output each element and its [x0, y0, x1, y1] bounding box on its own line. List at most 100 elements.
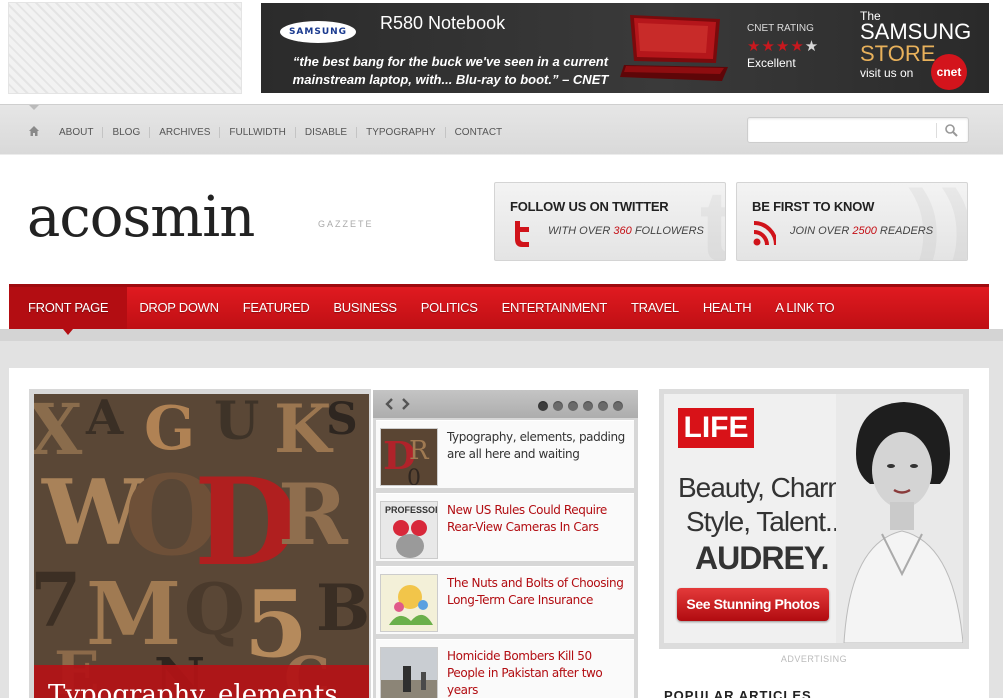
- nav-a-link-to[interactable]: A LINK TO: [763, 287, 846, 329]
- cnet-logo: cnet: [931, 54, 967, 90]
- letterpress-picture: X A G U K S W O D R 7 M Q 5 B E N C: [34, 394, 369, 698]
- banner-ad[interactable]: SAMSUNG R580 Notebook “the best bang for…: [261, 3, 989, 93]
- twitter-box[interactable]: t FOLLOW US ON TWITTER WITH OVER 360 FOL…: [494, 182, 726, 261]
- feature-caption[interactable]: Typography, elements: [34, 665, 369, 698]
- svg-text:Q: Q: [184, 568, 245, 651]
- rating-stars: ★★★★★: [747, 37, 820, 55]
- nav-entertainment[interactable]: ENTERTAINMENT: [490, 287, 619, 329]
- nav-drop-down[interactable]: DROP DOWN: [127, 287, 230, 329]
- slider-header: [373, 390, 638, 418]
- slider-dot[interactable]: [553, 401, 563, 411]
- top-menu-archives[interactable]: ARCHIVES: [149, 127, 219, 138]
- rating-text: Excellent: [747, 56, 796, 70]
- svg-text:U: U: [214, 394, 259, 452]
- samsung-logo: SAMSUNG: [280, 21, 356, 43]
- twitter-watermark: t: [700, 183, 725, 260]
- top-menu-blog[interactable]: BLOG: [102, 127, 149, 138]
- nav-business[interactable]: BUSINESS: [321, 287, 408, 329]
- search-input[interactable]: [752, 121, 932, 139]
- life-logo: LIFE: [678, 408, 754, 448]
- svg-text:7: 7: [34, 558, 82, 644]
- rss-count: 2500: [852, 225, 877, 237]
- svg-text:R: R: [409, 436, 430, 466]
- ad-line-2: Style, Talent...: [686, 506, 846, 537]
- slider-dot[interactable]: [613, 401, 623, 411]
- feature-caption-text: Typography, elements: [48, 680, 338, 698]
- list-item[interactable]: DR0 Typography, elements, padding are al…: [376, 420, 634, 488]
- slider-dot[interactable]: [538, 401, 548, 411]
- slider-dots: [538, 401, 623, 411]
- rss-box[interactable]: )) BE FIRST TO KNOW JOIN OVER 2500 READE…: [736, 182, 968, 261]
- article-slider: DR0 Typography, elements, padding are al…: [373, 390, 638, 698]
- twitter-count: 360: [613, 225, 632, 237]
- slider-dot[interactable]: [598, 401, 608, 411]
- store-store: STORE: [860, 41, 936, 66]
- banner-product: R580 Notebook: [380, 13, 506, 33]
- popular-articles-heading: POPULAR ARTICLES: [664, 688, 812, 698]
- article-title[interactable]: Typography, elements, padding are all he…: [447, 429, 627, 463]
- article-title[interactable]: Homicide Bombers Kill 50 People in Pakis…: [447, 648, 627, 698]
- prev-arrow-icon[interactable]: [384, 398, 396, 410]
- nav-politics[interactable]: POLITICS: [409, 287, 490, 329]
- search-box: [747, 117, 969, 143]
- thumbnail: DR0: [380, 428, 438, 486]
- article-title[interactable]: The Nuts and Bolts of Choosing Long-Term…: [447, 575, 627, 609]
- slider-dot[interactable]: [568, 401, 578, 411]
- top-menu-contact[interactable]: CONTACT: [444, 127, 512, 138]
- thumbnail: PROFESSOR: [380, 501, 438, 559]
- twitter-sub: WITH OVER 360 FOLLOWERS: [548, 225, 704, 237]
- header-ad-placeholder: [8, 2, 242, 94]
- svg-text:PROFESSOR: PROFESSOR: [385, 505, 438, 515]
- rss-sub-suffix: READERS: [879, 225, 934, 237]
- thumbnail: [380, 574, 438, 632]
- top-menu-about[interactable]: ABOUT: [50, 127, 102, 138]
- twitter-sub-prefix: WITH OVER: [548, 225, 611, 237]
- rss-sub: JOIN OVER 2500 READERS: [790, 225, 933, 237]
- thumbnail: [380, 647, 438, 698]
- content-stripe: [0, 329, 1003, 341]
- svg-text:A: A: [85, 394, 124, 446]
- top-nav-bar: ABOUT BLOG ARCHIVES FULLWIDTH DISABLE TY…: [0, 104, 1003, 154]
- laptop-image: [620, 15, 728, 81]
- home-icon[interactable]: [28, 125, 40, 137]
- search-icon[interactable]: [944, 123, 958, 137]
- ad-line-1: Beauty, Charm,: [678, 472, 857, 503]
- list-item[interactable]: PROFESSOR New US Rules Could Require Rea…: [376, 493, 634, 561]
- store-brand: SAMSUNG: [860, 19, 972, 44]
- main-nav: FRONT PAGE DROP DOWN FEATURED BUSINESS P…: [9, 284, 989, 335]
- rss-sub-prefix: JOIN OVER: [790, 225, 850, 237]
- side-ad[interactable]: LIFE Beauty, Charm, Style, Talent... AUD…: [664, 394, 963, 643]
- see-photos-button[interactable]: See Stunning Photos: [677, 588, 829, 621]
- rss-icon: [753, 221, 776, 246]
- twitter-icon: [515, 221, 529, 247]
- list-item[interactable]: The Nuts and Bolts of Choosing Long-Term…: [376, 566, 634, 634]
- list-item[interactable]: Homicide Bombers Kill 50 People in Pakis…: [376, 639, 634, 698]
- store-visit: visit us on: [860, 66, 914, 80]
- twitter-sub-suffix: FOLLOWERS: [634, 225, 704, 237]
- svg-text:0: 0: [407, 466, 421, 486]
- top-menu-typography[interactable]: TYPOGRAPHY: [356, 127, 444, 138]
- svg-text:S: S: [326, 394, 358, 445]
- rss-title: BE FIRST TO KNOW: [752, 199, 875, 214]
- slider-dot[interactable]: [583, 401, 593, 411]
- svg-text:R: R: [278, 465, 349, 564]
- next-arrow-icon[interactable]: [399, 398, 411, 410]
- search-divider: [936, 123, 937, 138]
- advertising-label: ADVERTISING: [780, 654, 848, 664]
- top-menu: ABOUT BLOG ARCHIVES FULLWIDTH DISABLE TY…: [50, 127, 511, 138]
- portrait-image: [836, 394, 963, 643]
- nav-travel[interactable]: TRAVEL: [619, 287, 691, 329]
- top-pointer: [29, 105, 39, 110]
- nav-featured[interactable]: FEATURED: [231, 287, 322, 329]
- article-title[interactable]: New US Rules Could Require Rear-View Cam…: [447, 502, 627, 536]
- svg-text:B: B: [316, 571, 369, 646]
- ad-line-3: AUDREY.: [695, 540, 829, 576]
- nav-front-page[interactable]: FRONT PAGE: [9, 287, 128, 335]
- site-tagline: GAZZETE: [318, 219, 374, 229]
- top-menu-disable[interactable]: DISABLE: [294, 127, 356, 138]
- nav-health[interactable]: HEALTH: [691, 287, 764, 329]
- site-logo[interactable]: acosmin: [27, 185, 255, 250]
- feature-image[interactable]: X A G U K S W O D R 7 M Q 5 B E N C: [34, 394, 369, 698]
- rss-watermark: )): [908, 183, 967, 260]
- top-menu-fullwidth[interactable]: FULLWIDTH: [219, 127, 294, 138]
